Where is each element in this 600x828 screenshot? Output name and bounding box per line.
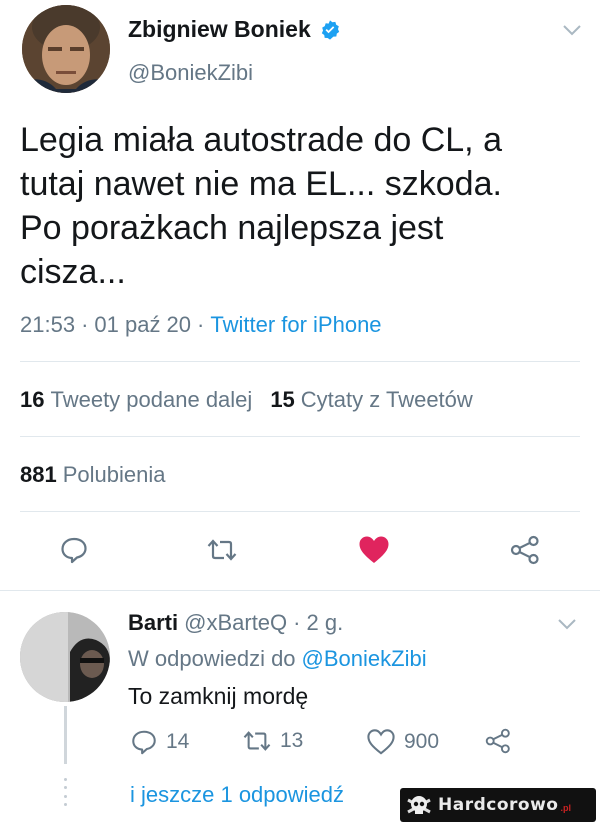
more-replies-link[interactable]: i jeszcze 1 odpowiedź [130, 782, 344, 808]
quotes-label[interactable]: Cytaty z Tweetów [301, 387, 473, 413]
tweet-time: 21:53 [20, 312, 76, 337]
meta-separator: · [197, 312, 205, 337]
section-separator [0, 590, 600, 591]
tweet-meta: 21:53 · 01 paź 20 · Twitter for iPhone [20, 312, 382, 338]
reply-button[interactable] [58, 534, 90, 566]
reply-like-button[interactable]: 900 [366, 728, 439, 756]
share-button[interactable] [509, 534, 541, 566]
reply-header: Barti @xBarteQ · 2 g. [128, 610, 343, 636]
in-reply-to: W odpowiedzi do @BoniekZibi [128, 646, 427, 672]
reply-separator: · [293, 610, 301, 635]
divider [20, 511, 580, 512]
reply-text: To zamknij mordę [128, 683, 309, 709]
in-reply-prefix: W odpowiedzi do [128, 646, 296, 671]
reply-like-count: 900 [404, 730, 440, 753]
reply-icon [61, 537, 87, 564]
reply-share-button[interactable] [484, 728, 512, 754]
quotes-count[interactable]: 15 [270, 387, 294, 413]
reply-icon [132, 730, 156, 755]
thread-line [64, 706, 67, 764]
tweet-date: 01 paź 20 [94, 312, 192, 337]
in-reply-mention-link[interactable]: @BoniekZibi [302, 646, 427, 672]
share-icon [510, 535, 539, 565]
thread-dots [62, 778, 68, 806]
like-icon-filled [359, 536, 389, 563]
divider [20, 361, 580, 362]
retweets-count[interactable]: 16 [20, 387, 44, 413]
reply-age: 2 g. [306, 610, 344, 635]
reply-reply-button[interactable]: 14 [130, 728, 189, 756]
author-name[interactable]: Zbigniew Boniek [128, 16, 341, 43]
likes-stats[interactable]: 881 Polubienia [20, 462, 165, 488]
divider [20, 436, 580, 437]
likes-count[interactable]: 881 [20, 462, 57, 488]
meta-separator: · [81, 312, 89, 337]
retweet-button[interactable] [206, 534, 238, 566]
like-button[interactable] [358, 534, 390, 566]
main-tweet: Zbigniew Boniek @BoniekZibi Legia miała … [0, 0, 600, 590]
verified-badge-icon [321, 19, 339, 40]
hardcorowo-watermark: Hardcorowo .pl [400, 788, 596, 822]
reply-author-avatar[interactable] [20, 612, 110, 702]
retweet-quote-stats: 16 Tweety podane dalej 15 Cytaty z Tweet… [20, 387, 473, 413]
chevron-down-icon[interactable] [561, 22, 583, 38]
author-avatar[interactable] [22, 5, 110, 93]
author-name-text[interactable]: Zbigniew Boniek [128, 16, 311, 43]
reply-author-name[interactable]: Barti [128, 610, 178, 636]
retweet-icon [207, 539, 237, 561]
tweet-text: Legia miała autostrade do CL, a tutaj na… [20, 121, 502, 291]
reply-reply-count: 14 [166, 730, 190, 753]
skull-icon [407, 796, 431, 814]
retweet-icon [243, 731, 271, 751]
reply-author-handle[interactable]: @xBarteQ [184, 610, 287, 636]
retweets-label[interactable]: Tweety podane dalej [50, 387, 252, 413]
author-handle[interactable]: @BoniekZibi [128, 60, 253, 86]
chevron-down-icon[interactable] [556, 616, 578, 632]
watermark-tld: .pl [560, 803, 571, 813]
likes-label[interactable]: Polubienia [63, 462, 166, 488]
reply-retweet-button[interactable]: 13 [242, 728, 303, 754]
like-outline-icon [367, 729, 395, 755]
reply-retweet-count: 13 [280, 729, 304, 752]
watermark-text: Hardcorowo [438, 795, 559, 815]
tweet-source-link[interactable]: Twitter for iPhone [210, 312, 381, 338]
share-icon [485, 728, 510, 754]
